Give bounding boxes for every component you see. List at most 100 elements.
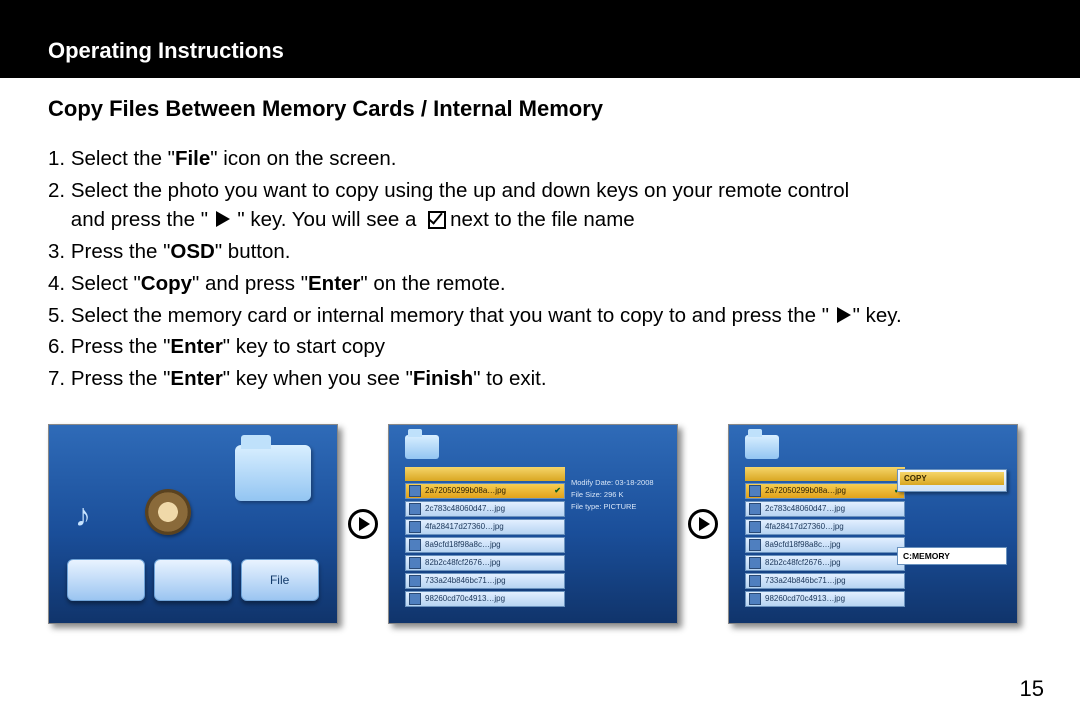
file-row: 2c783c48060d47…jpg	[405, 501, 565, 517]
keyword-enter: Enter	[170, 335, 222, 358]
header-bar: Operating Instructions	[0, 0, 1080, 78]
step-text: Select the "	[71, 147, 175, 170]
step-text: " to exit.	[473, 367, 546, 390]
keyword-finish: Finish	[413, 367, 473, 390]
file-row-selected: 2a72050299b08a…jpg ✔	[405, 483, 565, 499]
step-text: next to the file name	[450, 208, 635, 231]
step-number: 5.	[48, 304, 65, 327]
dock-slot	[154, 559, 232, 601]
file-list: 2a72050299b08a…jpg✔ 2c783c48060d47…jpg 4…	[745, 483, 905, 607]
folder-icon	[235, 445, 311, 501]
keyword-osd: OSD	[170, 240, 214, 263]
step-text: Select the memory card or internal memor…	[71, 304, 835, 327]
step-2: 2. Select the photo you want to copy usi…	[48, 176, 1032, 235]
file-row: 8a9cfd18f98a8c…jpg	[745, 537, 905, 553]
arrow-right-icon	[688, 509, 718, 539]
instruction-list: 1. Select the "File" icon on the screen.…	[48, 144, 1032, 394]
step-5: 5. Select the memory card or internal me…	[48, 301, 1032, 331]
copy-popup: COPY	[897, 469, 1007, 492]
checkbox-icon	[428, 211, 446, 229]
file-name: 4fa28417d27360…jpg	[425, 522, 504, 531]
step-text: Press the "	[71, 335, 171, 358]
file-name: 8a9cfd18f98a8c…jpg	[425, 540, 501, 549]
step-3: 3. Press the "OSD" button.	[48, 237, 1032, 267]
dock-slot	[67, 559, 145, 601]
file-name: 2a72050299b08a…jpg	[765, 486, 846, 495]
keyword-file: File	[175, 147, 210, 170]
file-row: 2c783c48060d47…jpg	[745, 501, 905, 517]
step-number: 1.	[48, 147, 65, 170]
keyword-enter: Enter	[308, 272, 360, 295]
folder-icon	[405, 435, 439, 459]
screenshot-copy-popup: 2a72050299b08a…jpg✔ 2c783c48060d47…jpg 4…	[728, 424, 1018, 624]
file-name: 733a24b846bc71…jpg	[765, 576, 846, 585]
play-icon	[837, 307, 851, 323]
play-icon	[216, 211, 230, 227]
section-title: Copy Files Between Memory Cards / Intern…	[48, 96, 1032, 122]
keyword-copy: Copy	[141, 272, 192, 295]
step-text: Select "	[71, 272, 141, 295]
dock-slot-file: File	[241, 559, 319, 601]
copy-popup-row	[900, 485, 1004, 489]
step-text: Press the "	[71, 240, 171, 263]
step-text: " key. You will see a	[232, 208, 422, 231]
meta-modify-date: Modify Date: 03-18-2008	[571, 477, 663, 489]
file-name: 4fa28417d27360…jpg	[765, 522, 844, 531]
step-number: 6.	[48, 335, 65, 358]
step-number: 2.	[48, 179, 65, 202]
step-text: " icon on the screen.	[210, 147, 396, 170]
file-metadata: Modify Date: 03-18-2008 File Size: 296 K…	[571, 477, 663, 513]
copy-destination: C:MEMORY	[897, 547, 1007, 565]
step-text: " key to start copy	[223, 335, 385, 358]
page-number: 15	[1020, 676, 1044, 702]
file-name: 2a72050299b08a…jpg	[425, 486, 506, 495]
file-row-selected: 2a72050299b08a…jpg✔	[745, 483, 905, 499]
film-reel-icon	[145, 489, 191, 535]
file-name: 733a24b846bc71…jpg	[425, 576, 506, 585]
file-row: 8a9cfd18f98a8c…jpg	[405, 537, 565, 553]
folder-icon	[745, 435, 779, 459]
file-list: 2a72050299b08a…jpg ✔ 2c783c48060d47…jpg 4…	[405, 483, 565, 607]
file-name: 98260cd70c4913…jpg	[765, 594, 845, 603]
file-name: 8a9cfd18f98a8c…jpg	[765, 540, 841, 549]
screenshot-home: ♪ File	[48, 424, 338, 624]
arrow-right-icon	[348, 509, 378, 539]
file-name: 2c783c48060d47…jpg	[425, 504, 505, 513]
file-row: 82b2c48fcf2676…jpg	[745, 555, 905, 571]
music-icon: ♪	[75, 497, 91, 534]
file-row: 733a24b846bc71…jpg	[405, 573, 565, 589]
file-name: 98260cd70c4913…jpg	[425, 594, 505, 603]
copy-popup-title: COPY	[900, 472, 1004, 485]
file-row: 82b2c48fcf2676…jpg	[405, 555, 565, 571]
list-header	[745, 467, 905, 481]
step-1: 1. Select the "File" icon on the screen.	[48, 144, 1032, 174]
step-text: " on the remote.	[360, 272, 505, 295]
step-text: " button.	[215, 240, 291, 263]
file-name: 82b2c48fcf2676…jpg	[765, 558, 841, 567]
step-text: " and press "	[192, 272, 308, 295]
step-6: 6. Press the "Enter" key to start copy	[48, 332, 1032, 362]
screenshot-file-list: 2a72050299b08a…jpg ✔ 2c783c48060d47…jpg 4…	[388, 424, 678, 624]
file-row: 4fa28417d27360…jpg	[745, 519, 905, 535]
step-number: 7.	[48, 367, 65, 390]
step-text: " key.	[853, 304, 902, 327]
dock: File	[49, 559, 337, 601]
check-icon: ✔	[554, 486, 561, 495]
step-text: " key when you see "	[223, 367, 413, 390]
meta-file-size: File Size: 296 K	[571, 489, 663, 501]
step-text: Select the photo you want to copy using …	[71, 179, 849, 202]
step-7: 7. Press the "Enter" key when you see "F…	[48, 364, 1032, 394]
file-row: 98260cd70c4913…jpg	[405, 591, 565, 607]
file-name: 82b2c48fcf2676…jpg	[425, 558, 501, 567]
file-row: 98260cd70c4913…jpg	[745, 591, 905, 607]
step-text: Press the "	[71, 367, 171, 390]
header-title: Operating Instructions	[48, 38, 284, 63]
meta-file-type: File type: PICTURE	[571, 501, 663, 513]
keyword-enter: Enter	[170, 367, 222, 390]
list-header	[405, 467, 565, 481]
step-number: 3.	[48, 240, 65, 263]
file-name: 2c783c48060d47…jpg	[765, 504, 845, 513]
file-row: 4fa28417d27360…jpg	[405, 519, 565, 535]
step-number: 4.	[48, 272, 65, 295]
step-4: 4. Select "Copy" and press "Enter" on th…	[48, 269, 1032, 299]
